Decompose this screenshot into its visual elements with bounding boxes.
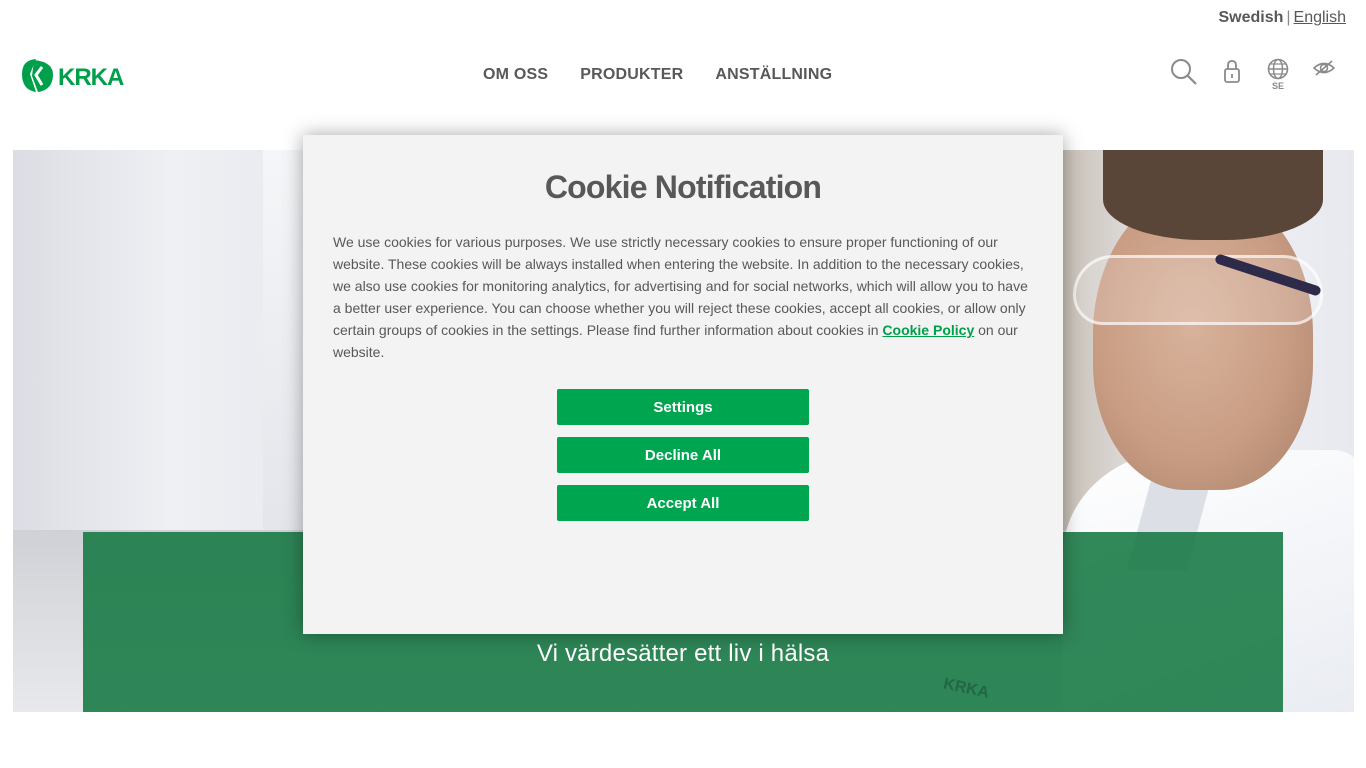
search-button[interactable]	[1170, 58, 1198, 92]
language-switcher: Swedish | English	[1218, 9, 1346, 27]
lock-icon	[1224, 60, 1240, 83]
main-nav: OM OSS PRODUKTER ANSTÄLLNING	[483, 64, 832, 86]
cookie-dialog-buttons: Settings Decline All Accept All	[333, 389, 1033, 521]
nav-item-produkter[interactable]: PRODUKTER	[580, 64, 683, 86]
language-separator: |	[1286, 9, 1291, 26]
header-tools: SE	[1170, 58, 1336, 92]
krka-logo[interactable]: KRKA	[20, 58, 132, 94]
cookie-policy-link[interactable]: Cookie Policy	[882, 322, 974, 338]
search-icon	[1171, 59, 1197, 85]
cookie-notification-dialog: Cookie Notification We use cookies for v…	[303, 135, 1063, 634]
hero-watermark-logo: KRKA	[941, 675, 991, 702]
globe-icon	[1267, 58, 1289, 80]
country-code: SE	[1271, 81, 1284, 91]
cookie-settings-button[interactable]: Settings	[557, 389, 809, 425]
accept-all-button[interactable]: Accept All	[557, 485, 809, 521]
nav-item-om-oss[interactable]: OM OSS	[483, 64, 548, 86]
hero-tagline: Vi värdesätter ett liv i hälsa	[536, 640, 830, 667]
cookie-dialog-title: Cookie Notification	[544, 169, 822, 205]
accessibility-toggle[interactable]	[1312, 58, 1336, 92]
decline-all-button[interactable]: Decline All	[557, 437, 809, 473]
english-language-link[interactable]: English	[1294, 9, 1346, 26]
current-language: Swedish	[1218, 9, 1284, 26]
krka-logo-mark: KRKA	[22, 59, 125, 92]
cookie-dialog-text: We use cookies for various purposes. We …	[333, 231, 1033, 363]
eye-slash-icon	[1313, 60, 1335, 76]
country-selector[interactable]: SE	[1266, 58, 1290, 92]
login-button[interactable]	[1220, 58, 1244, 92]
logo-wordmark: KRKA	[58, 64, 124, 91]
hero-person-hair	[1103, 150, 1323, 240]
nav-item-anstallning[interactable]: ANSTÄLLNING	[715, 64, 832, 86]
hero-safety-glasses	[1073, 255, 1323, 325]
